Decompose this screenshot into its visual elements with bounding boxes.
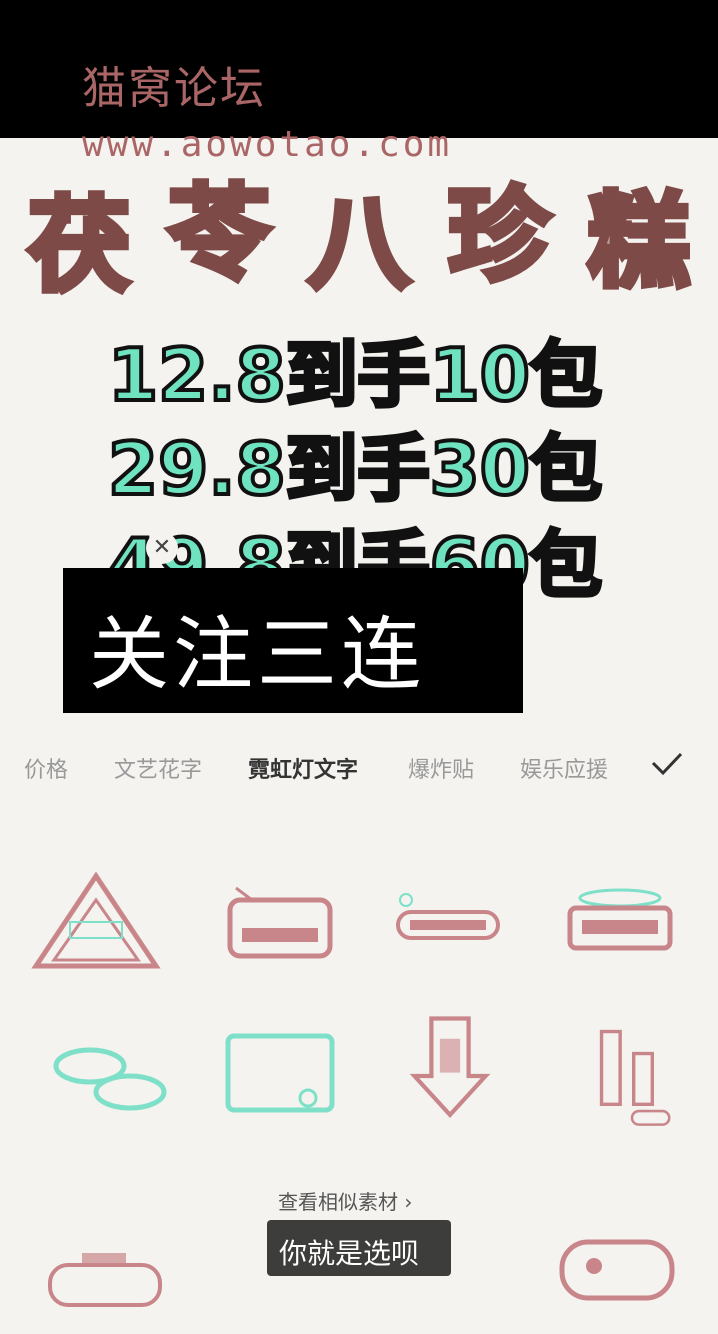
tab-explosion-sticker[interactable]: 爆炸贴 (408, 752, 474, 784)
watermark-name: 猫窝论坛 (82, 63, 266, 114)
sticker-neon-vertical[interactable] (562, 1018, 702, 1128)
sticker-neon-frame[interactable] (210, 870, 350, 980)
product-title: 茯 苓 八 珍 糕 (18, 172, 700, 309)
subtitle-text: 你就是选呗 (279, 1237, 420, 1270)
sticker-neon-teal-board[interactable] (210, 1016, 350, 1126)
watermark-url: www.aowotao.com (82, 124, 453, 165)
tab-artistic-text[interactable]: 文艺花字 (114, 752, 202, 784)
sticker-neon-label[interactable] (378, 870, 518, 980)
title-char-3: 八 (305, 182, 413, 307)
sticker-neon-teal-text[interactable] (40, 1020, 180, 1130)
sticker-party-cocktail[interactable] (40, 1224, 180, 1334)
text-sticker-box[interactable]: 关注三连 (63, 568, 523, 713)
sticker-ready-go[interactable] (546, 1212, 686, 1322)
title-char-4: 珍 (445, 174, 553, 299)
text-sticker-content: 关注三连 (89, 608, 425, 701)
tab-neon-text[interactable]: 霓虹灯文字 (248, 752, 358, 784)
sticker-category-tabs: 价格 文艺花字 霓虹灯文字 爆炸贴 娱乐应援 (0, 740, 718, 790)
view-similar-link[interactable]: 查看相似素材 › (278, 1186, 412, 1215)
close-icon[interactable]: ✕ (146, 532, 178, 564)
sticker-neon-badge[interactable] (550, 870, 690, 980)
sticker-neon-triangle[interactable] (26, 866, 166, 976)
price-line-1: 12.8到手10包 (106, 331, 604, 419)
title-char-1: 茯 (25, 184, 133, 309)
checkmark-icon[interactable] (650, 746, 684, 780)
price-line-2: 29.8到手30包 (106, 425, 604, 513)
sticker-neon-arrow[interactable] (380, 1010, 520, 1120)
tab-price[interactable]: 价格 (24, 752, 68, 784)
title-char-2: 苓 (165, 172, 273, 297)
tab-entertainment-support[interactable]: 娱乐应援 (520, 752, 608, 784)
title-char-5: 糕 (585, 180, 693, 305)
video-subtitle: 你就是选呗 (267, 1220, 451, 1276)
